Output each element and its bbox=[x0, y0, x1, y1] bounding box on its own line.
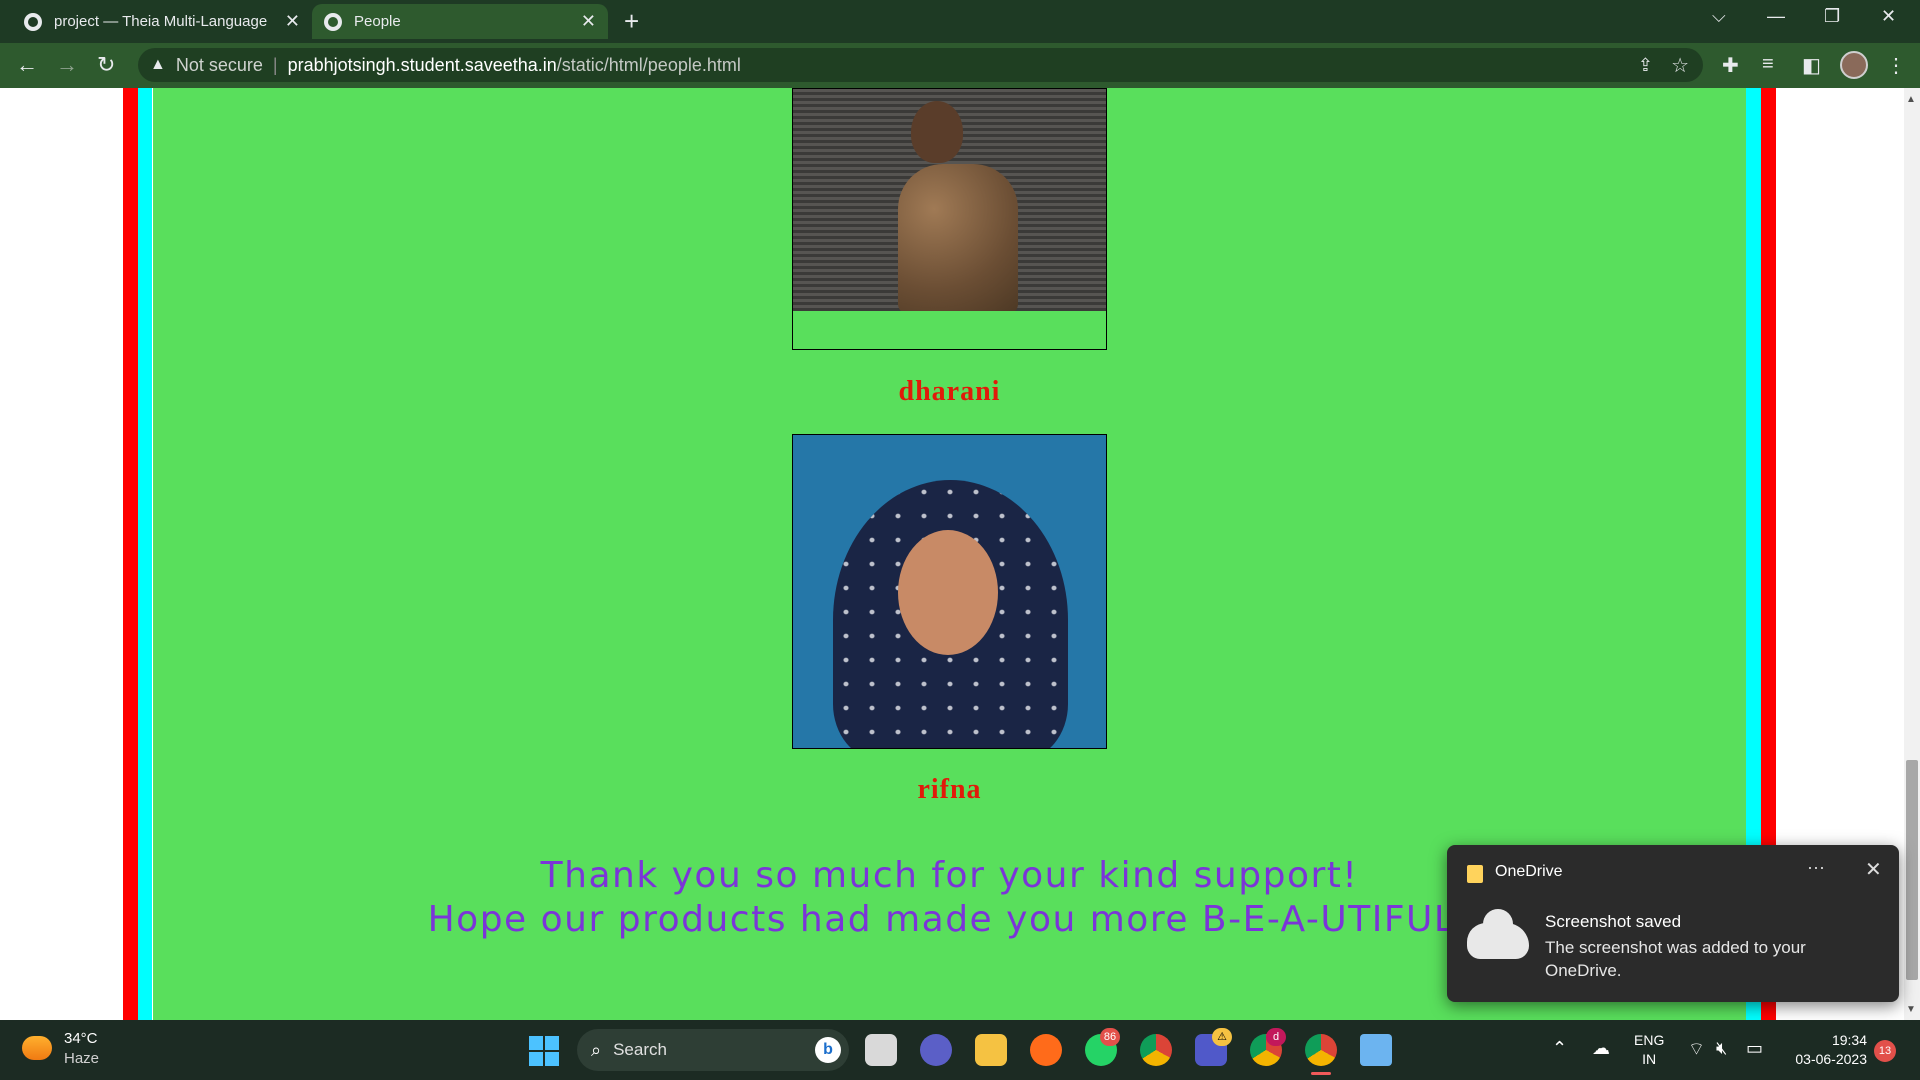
bing-icon[interactable]: b bbox=[815, 1037, 841, 1063]
onedrive-tray-icon[interactable]: ☁ bbox=[1592, 1038, 1610, 1059]
bookmark-star-icon[interactable]: ☆ bbox=[1671, 53, 1689, 78]
whatsapp-badge: 86 bbox=[1100, 1028, 1120, 1046]
person-name: dharani bbox=[898, 376, 1001, 407]
taskbar: 34°C Haze ⌕ Search b 86 ⚠ d ⌃ ☁ ENG IN ⌔… bbox=[0, 1020, 1920, 1080]
forward-button[interactable]: → bbox=[56, 52, 78, 78]
tab-theia[interactable]: project — Theia Multi-Language ✕ bbox=[12, 4, 312, 39]
onedrive-icon bbox=[1467, 865, 1483, 883]
extensions-icon[interactable]: ✚ bbox=[1722, 53, 1739, 78]
side-panel-icon[interactable]: ◧ bbox=[1802, 53, 1821, 78]
globe-icon bbox=[324, 12, 342, 31]
teams-warning-badge: ⚠ bbox=[1212, 1028, 1232, 1046]
more-options-icon[interactable]: ··· bbox=[1807, 857, 1825, 878]
tab-title: project — Theia Multi-Language bbox=[54, 13, 268, 30]
weather-condition[interactable]: Haze bbox=[64, 1050, 99, 1067]
clock-date: 03-06-2023 bbox=[1795, 1051, 1867, 1067]
media-controls-icon[interactable]: ≡ bbox=[1762, 53, 1774, 76]
tab-title: People bbox=[354, 13, 401, 30]
scroll-down-arrow[interactable]: ▼ bbox=[1906, 1004, 1916, 1015]
meet-icon[interactable] bbox=[920, 1034, 952, 1066]
notification-count-badge[interactable]: 13 bbox=[1874, 1040, 1896, 1062]
person-card-dharani bbox=[792, 88, 1107, 350]
notification-app-name: OneDrive bbox=[1495, 863, 1563, 880]
chrome-active-icon[interactable] bbox=[1305, 1034, 1337, 1066]
scroll-up-arrow[interactable]: ▲ bbox=[1906, 94, 1916, 105]
search-icon: ⌕ bbox=[591, 1039, 602, 1060]
taskbar-search[interactable]: ⌕ Search b bbox=[577, 1029, 849, 1071]
onedrive-notification[interactable]: OneDrive ··· ✕ Screenshot saved The scre… bbox=[1447, 845, 1899, 1002]
active-app-indicator bbox=[1311, 1072, 1331, 1075]
windows-logo-tile bbox=[529, 1036, 543, 1050]
windows-logo-tile bbox=[545, 1052, 559, 1066]
scrollbar-thumb[interactable] bbox=[1906, 760, 1918, 980]
region-code: IN bbox=[1642, 1051, 1657, 1067]
security-label[interactable]: Not secure bbox=[176, 55, 263, 76]
tray-overflow-chevron-icon[interactable]: ⌃ bbox=[1552, 1038, 1567, 1059]
search-label: Search bbox=[613, 1040, 667, 1059]
photo-face bbox=[898, 530, 998, 655]
address-bar[interactable]: ▲ Not secure | prabhjotsingh.student.sav… bbox=[138, 48, 1703, 82]
share-icon[interactable]: ⇪ bbox=[1638, 55, 1653, 76]
clock-time: 19:34 bbox=[1831, 1032, 1867, 1048]
firefox-icon[interactable] bbox=[1030, 1034, 1062, 1066]
start-button[interactable] bbox=[529, 1036, 559, 1066]
clock[interactable]: 19:34 03-06-2023 bbox=[1785, 1031, 1867, 1069]
volume-muted-icon[interactable]: 🔇︎ bbox=[1716, 1038, 1727, 1059]
window-close-button[interactable]: ✕ bbox=[1881, 6, 1896, 27]
url-host: prabhjotsingh.student.saveetha.in bbox=[287, 54, 557, 75]
warning-icon[interactable]: ▲ bbox=[150, 56, 166, 74]
photo-figure-head bbox=[911, 101, 963, 163]
browser-menu-icon[interactable]: ⋮ bbox=[1886, 53, 1906, 78]
tab-search-chevron-icon[interactable]: ⌵ bbox=[1712, 6, 1726, 27]
tab-strip: project — Theia Multi-Language ✕ People … bbox=[0, 0, 1920, 43]
cloud-icon bbox=[1467, 909, 1529, 959]
person-photo bbox=[793, 89, 1106, 311]
reload-button[interactable]: ↻ bbox=[97, 52, 115, 78]
url-path: /static/html/people.html bbox=[556, 54, 741, 75]
photo-figure bbox=[898, 164, 1018, 311]
left-red-stripe bbox=[123, 88, 138, 1020]
close-icon[interactable]: ✕ bbox=[581, 11, 596, 32]
language-code: ENG bbox=[1634, 1032, 1665, 1048]
notification-close-button[interactable]: ✕ bbox=[1865, 857, 1882, 882]
close-icon[interactable]: ✕ bbox=[285, 11, 300, 32]
weather-haze-icon[interactable] bbox=[22, 1036, 52, 1060]
notification-body: The screenshot was added to your OneDriv… bbox=[1545, 938, 1806, 980]
battery-icon[interactable]: ▭ bbox=[1746, 1038, 1763, 1059]
left-cyan-stripe bbox=[138, 88, 152, 1020]
address-separator: | bbox=[272, 54, 278, 75]
person-name: rifna bbox=[917, 774, 982, 805]
file-explorer-icon[interactable] bbox=[975, 1034, 1007, 1066]
back-button[interactable]: ← bbox=[16, 52, 38, 78]
task-view-icon[interactable] bbox=[865, 1034, 897, 1066]
browser-toolbar: ← → ↻ ▲ Not secure | prabhjotsingh.stude… bbox=[0, 43, 1920, 88]
wifi-icon[interactable]: ⌔ bbox=[1688, 1038, 1705, 1061]
language-indicator[interactable]: ENG IN bbox=[1634, 1031, 1664, 1069]
tab-people[interactable]: People ✕ bbox=[312, 4, 608, 39]
globe-icon bbox=[24, 12, 42, 31]
minimize-button[interactable]: — bbox=[1767, 6, 1785, 27]
chrome-icon[interactable] bbox=[1140, 1034, 1172, 1066]
profile-avatar[interactable] bbox=[1840, 51, 1868, 79]
notepad-icon[interactable] bbox=[1360, 1034, 1392, 1066]
person-card-rifna bbox=[792, 434, 1107, 749]
windows-logo-tile bbox=[545, 1036, 559, 1050]
new-tab-button[interactable]: + bbox=[624, 6, 639, 37]
restore-button[interactable]: ❐ bbox=[1824, 6, 1840, 27]
weather-temperature[interactable]: 34°C bbox=[64, 1030, 98, 1047]
notification-title: Screenshot saved bbox=[1545, 912, 1682, 931]
person-photo bbox=[793, 435, 1106, 748]
chrome-profile-badge: d bbox=[1266, 1028, 1286, 1046]
windows-logo-tile bbox=[529, 1052, 543, 1066]
